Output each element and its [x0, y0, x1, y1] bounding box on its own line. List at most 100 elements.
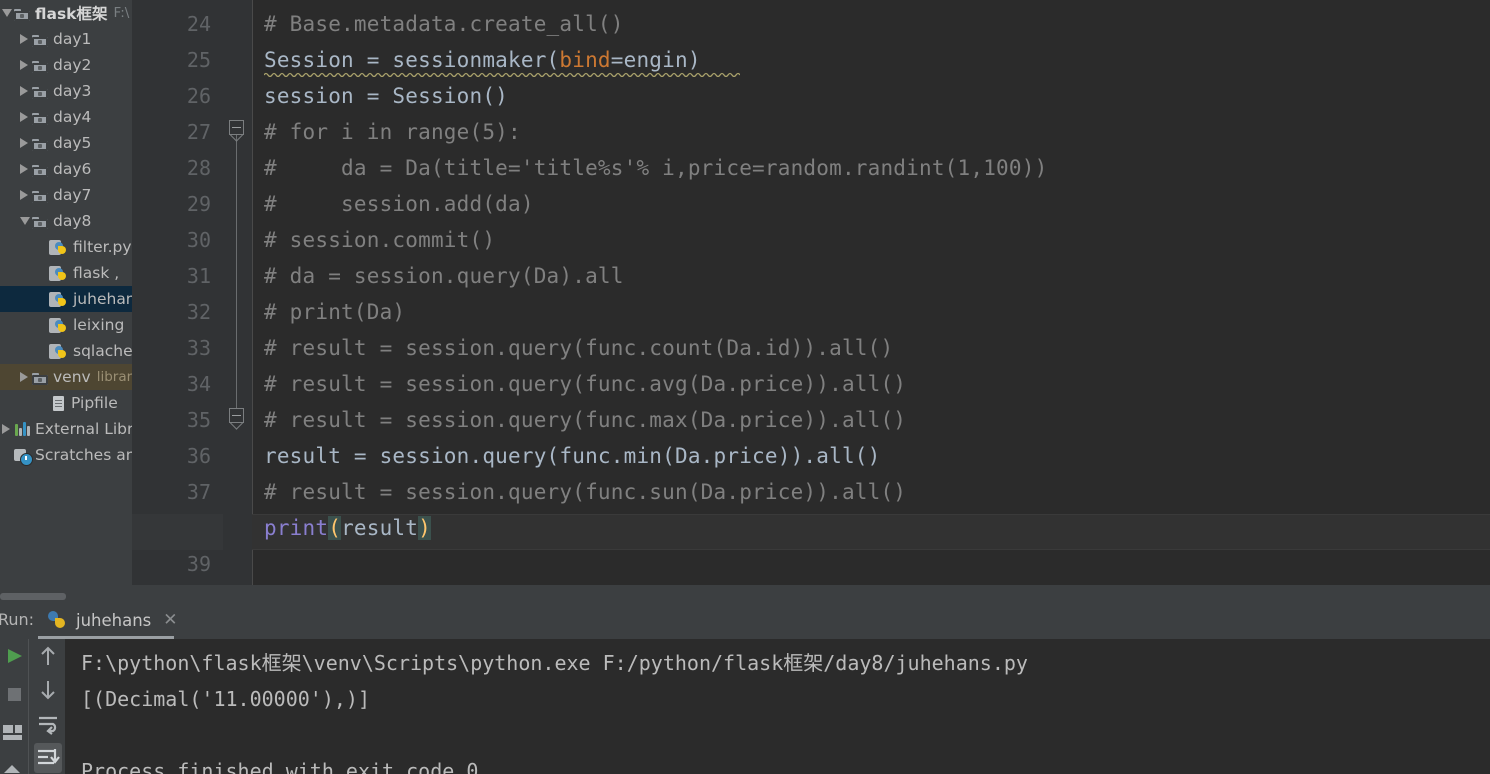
code-token: # result = session.query(func.sun(Da.pri…: [264, 480, 907, 504]
run-toolbar-secondary[interactable]: [28, 639, 66, 774]
folder-icon: [31, 30, 51, 48]
code-token: # for i in range(5):: [264, 120, 521, 144]
scrollbar-thumb[interactable]: [0, 593, 66, 600]
tree-item-day4[interactable]: day4: [0, 104, 132, 130]
code-line-37[interactable]: # result = session.query(func.sun(Da.pri…: [264, 474, 906, 510]
line-number-30[interactable]: 30: [141, 222, 211, 258]
code-line-27[interactable]: # for i in range(5):: [264, 114, 521, 150]
line-number-gutter[interactable]: 24252627282930313233343536373839: [132, 0, 223, 585]
code-token: # result = session.query(func.count(Da.i…: [264, 336, 894, 360]
code-line-33[interactable]: # result = session.query(func.count(Da.i…: [264, 330, 893, 366]
code-line-29[interactable]: # session.add(da): [264, 186, 534, 222]
fold-region-line: [236, 128, 237, 416]
project-tree-panel[interactable]: flask框架 F:\ day1 day2 day3 day4 day5 day6 day7 da…: [0, 0, 132, 592]
tree-item-label: flask框架: [35, 5, 108, 23]
run-tool-window[interactable]: Run: juhehans ✕ F:\python\flask框架\venv\S…: [0, 601, 1490, 774]
close-icon[interactable]: ✕: [163, 611, 177, 629]
line-number-33[interactable]: 33: [141, 330, 211, 366]
code-line-28[interactable]: # da = Da(title='title%s'% i,price=rando…: [264, 150, 1047, 186]
tree-item-venv[interactable]: venv library: [0, 364, 132, 390]
line-number-31[interactable]: 31: [141, 258, 211, 294]
tree-item-leixing[interactable]: leixing: [0, 312, 132, 338]
code-editor[interactable]: 24252627282930313233343536373839 # Base.…: [132, 0, 1490, 585]
run-tab-juhehans[interactable]: juhehans ✕: [38, 601, 188, 639]
project-horizontal-scrollbar[interactable]: [0, 592, 132, 601]
code-text-area[interactable]: # Base.metadata.create_all() Session = se…: [252, 0, 1490, 585]
line-number-29[interactable]: 29: [141, 186, 211, 222]
tree-item-label: flask ,: [73, 264, 120, 282]
code-folding-column[interactable]: [223, 0, 252, 585]
tree-item-sublabel: library: [96, 369, 132, 385]
line-number-27[interactable]: 27: [141, 114, 211, 150]
folder-icon: [31, 212, 51, 230]
run-button[interactable]: [0, 641, 28, 671]
code-line-26[interactable]: session = Session(): [264, 78, 508, 114]
code-line-24[interactable]: # Base.metadata.create_all(): [264, 6, 624, 42]
tree-item-flask-[interactable]: flask框架 F:\: [0, 0, 132, 26]
fold-marker-collapse-35[interactable]: [229, 408, 244, 423]
console-output[interactable]: F:\python\flask框架\venv\Scripts\python.ex…: [65, 639, 1490, 774]
folder-icon: [31, 160, 51, 178]
tree-item-label: External Libraries: [35, 420, 132, 438]
code-line-30[interactable]: # session.commit(): [264, 222, 495, 258]
folder-icon: [31, 108, 51, 126]
scroll-to-end-icon[interactable]: [34, 743, 62, 773]
python-file-icon: [49, 290, 71, 308]
arrow-down-icon[interactable]: [34, 675, 62, 705]
console-line: F:\python\flask框架\venv\Scripts\python.ex…: [81, 651, 1028, 675]
tree-item-day8[interactable]: day8: [0, 208, 132, 234]
line-number-24[interactable]: 24: [141, 6, 211, 42]
python-file-icon: [49, 342, 71, 360]
pycharm-window: flask框架 F:\ day1 day2 day3 day4 day5 day6 day7 da…: [0, 0, 1490, 774]
run-tab-label: juhehans: [76, 610, 152, 630]
soft-wrap-icon[interactable]: [34, 709, 62, 739]
tree-item-label: day6: [53, 160, 92, 178]
run-toolbar-primary[interactable]: [0, 639, 28, 774]
tree-item-filter-py[interactable]: filter.py: [0, 234, 132, 260]
line-number-39[interactable]: 39: [141, 546, 211, 582]
code-line-38[interactable]: print(result): [264, 510, 431, 546]
tree-item-sqlache[interactable]: sqlache: [0, 338, 132, 364]
tree-item-day6[interactable]: day6: [0, 156, 132, 182]
tree-item-label: day4: [53, 108, 92, 126]
code-line-34[interactable]: # result = session.query(func.avg(Da.pri…: [264, 366, 906, 402]
tree-item-day7[interactable]: day7: [0, 182, 132, 208]
tree-item-juhehans-py[interactable]: juhehans.py: [0, 286, 132, 312]
code-line-31[interactable]: # da = session.query(Da).all: [264, 258, 624, 294]
tree-item-label: day3: [53, 82, 92, 100]
pin-icon[interactable]: [0, 755, 28, 774]
line-number-34[interactable]: 34: [141, 366, 211, 402]
line-number-36[interactable]: 36: [141, 438, 211, 474]
tree-item-pipfile[interactable]: Pipfile: [0, 390, 132, 416]
tree-item-label: Pipfile: [71, 394, 118, 412]
tree-item-day2[interactable]: day2: [0, 52, 132, 78]
tree-item-day1[interactable]: day1: [0, 26, 132, 52]
stop-button[interactable]: [0, 679, 28, 709]
tree-item-day3[interactable]: day3: [0, 78, 132, 104]
tree-item-label: day2: [53, 56, 92, 74]
tree-item-flask-[interactable]: flask ,: [0, 260, 132, 286]
tree-item-external-libraries[interactable]: External Libraries: [0, 416, 132, 442]
folder-icon: [13, 4, 33, 22]
line-number-35[interactable]: 35: [141, 402, 211, 438]
line-number-28[interactable]: 28: [141, 150, 211, 186]
tree-item-day5[interactable]: day5: [0, 130, 132, 156]
line-number-37[interactable]: 37: [141, 474, 211, 510]
line-number-32[interactable]: 32: [141, 294, 211, 330]
layout-icon[interactable]: [0, 719, 28, 749]
code-token: # Base.metadata.create_all(): [264, 12, 624, 36]
code-line-32[interactable]: # print(Da): [264, 294, 405, 330]
tree-item-scratches-and-consoles[interactable]: Scratches and Consoles: [0, 442, 132, 468]
line-number-26[interactable]: 26: [141, 78, 211, 114]
tree-item-label: leixing: [73, 316, 125, 334]
run-label: Run:: [0, 610, 35, 629]
code-line-36[interactable]: result = session.query(func.min(Da.price…: [264, 438, 880, 474]
tree-item-label: day5: [53, 134, 92, 152]
arrow-up-icon[interactable]: [34, 641, 62, 671]
fold-marker-collapse-27[interactable]: [229, 120, 244, 135]
code-line-25[interactable]: Session = sessionmaker(bind=engin): [264, 42, 701, 78]
code-line-35[interactable]: # result = session.query(func.max(Da.pri…: [264, 402, 906, 438]
tree-item-label: day8: [53, 212, 92, 230]
fold-marker-tip-35: [229, 423, 244, 431]
line-number-25[interactable]: 25: [141, 42, 211, 78]
